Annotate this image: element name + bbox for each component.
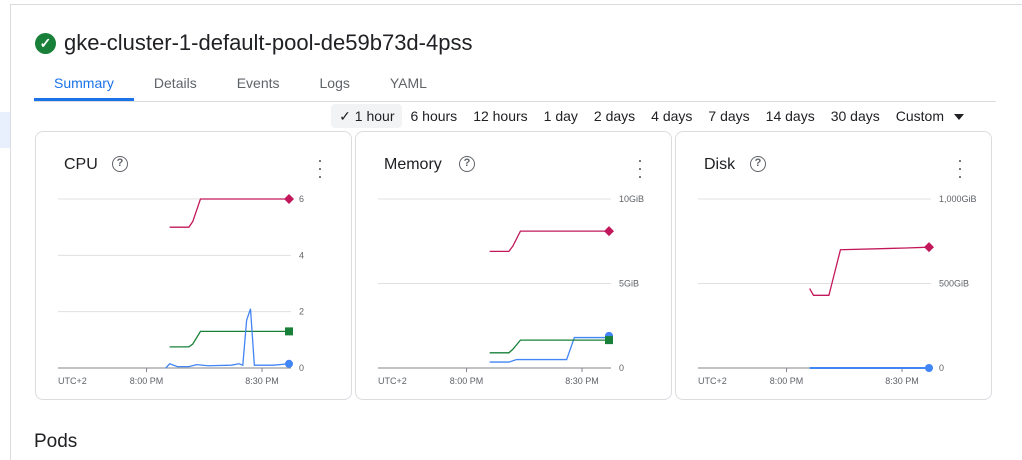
dropdown-caret-icon: [954, 114, 964, 121]
disk-chart-card: Disk ? · · · 0 500GiB 1,000GiB UTC+2 8:00 PM 8:…: [675, 131, 992, 400]
green-series-line: [489, 339, 609, 354]
y-tick-label: 500GiB: [939, 279, 969, 289]
y-tick-label: 4: [299, 250, 304, 260]
range-1-day[interactable]: 1 day: [536, 104, 586, 128]
memory-chart-card: Memory ? · · · 0 5GiB 10GiB UTC+2 8:00 PM 8:30 …: [355, 131, 672, 400]
range-1-hour[interactable]: ✓ 1 hour: [331, 104, 403, 128]
top-divider: [10, 4, 1022, 5]
x-tick-label: UTC+2: [378, 376, 407, 386]
x-tick-label: 8:30 PM: [885, 376, 919, 386]
circle-marker: [285, 359, 293, 368]
y-tick-label: 10GiB: [619, 194, 644, 204]
page-title: ✓ gke-cluster-1-default-pool-de59b73d-4p…: [35, 30, 472, 56]
y-tick-label: 6: [299, 194, 304, 204]
square-marker: [605, 336, 613, 345]
y-tick-label: 0: [619, 363, 624, 373]
x-tick-label: 8:30 PM: [565, 376, 599, 386]
red-series-line: [809, 246, 930, 296]
red-series-line: [169, 198, 289, 228]
tab-bar: Summary Details Events Logs YAML: [34, 72, 996, 102]
x-tick-label: 8:00 PM: [130, 376, 164, 386]
range-7-days[interactable]: 7 days: [700, 104, 757, 128]
x-tick-label: 8:00 PM: [450, 376, 484, 386]
diamond-marker: [604, 226, 614, 237]
pods-heading: Pods: [34, 431, 78, 452]
sidebar-edge: [10, 4, 11, 460]
x-tick-label: 8:00 PM: [770, 376, 804, 386]
tab-logs[interactable]: Logs: [300, 72, 370, 101]
diamond-marker: [924, 242, 934, 253]
blue-series-line: [165, 308, 290, 369]
cpu-chart-card: CPU ? · · · 0 2 4 6 UTC+2 8:00 PM 8:30 PM: [35, 131, 352, 400]
y-tick-label: 5GiB: [619, 279, 639, 289]
disk-chart: 0 500GiB 1,000GiB UTC+2 8:00 PM 8:30 PM: [698, 194, 977, 386]
x-tick-label: UTC+2: [58, 376, 87, 386]
range-30-days[interactable]: 30 days: [823, 104, 888, 128]
range-6-hours[interactable]: 6 hours: [402, 104, 465, 128]
red-series-line: [489, 230, 609, 253]
square-marker: [285, 327, 293, 336]
range-2-days[interactable]: 2 days: [586, 104, 643, 128]
cpu-chart: 0 2 4 6 UTC+2 8:00 PM 8:30 PM: [58, 194, 304, 386]
circle-marker: [925, 364, 933, 372]
y-tick-label: 1,000GiB: [939, 194, 977, 204]
tab-events[interactable]: Events: [217, 72, 300, 101]
y-tick-label: 0: [939, 363, 944, 373]
time-range-selector: ✓ 1 hour 6 hours 12 hours 1 day 2 days 4…: [331, 104, 972, 128]
range-custom[interactable]: Custom: [888, 104, 972, 128]
x-tick-label: 8:30 PM: [245, 376, 279, 386]
tab-yaml[interactable]: YAML: [370, 72, 447, 101]
tab-details[interactable]: Details: [134, 72, 217, 101]
green-series-line: [169, 330, 289, 348]
memory-chart: 0 5GiB 10GiB UTC+2 8:00 PM 8:30 PM: [378, 194, 644, 386]
y-tick-label: 0: [299, 363, 304, 373]
diamond-marker: [284, 194, 294, 204]
node-name: gke-cluster-1-default-pool-de59b73d-4pss: [64, 30, 473, 55]
range-12-hours[interactable]: 12 hours: [465, 104, 535, 128]
tab-summary[interactable]: Summary: [34, 72, 134, 101]
check-icon: ✓: [339, 108, 355, 124]
check-circle-icon: ✓: [35, 32, 56, 54]
y-tick-label: 2: [299, 307, 304, 317]
range-4-days[interactable]: 4 days: [643, 104, 700, 128]
x-tick-label: UTC+2: [698, 376, 727, 386]
range-14-days[interactable]: 14 days: [758, 104, 823, 128]
sidebar-selected-item[interactable]: [0, 112, 10, 148]
